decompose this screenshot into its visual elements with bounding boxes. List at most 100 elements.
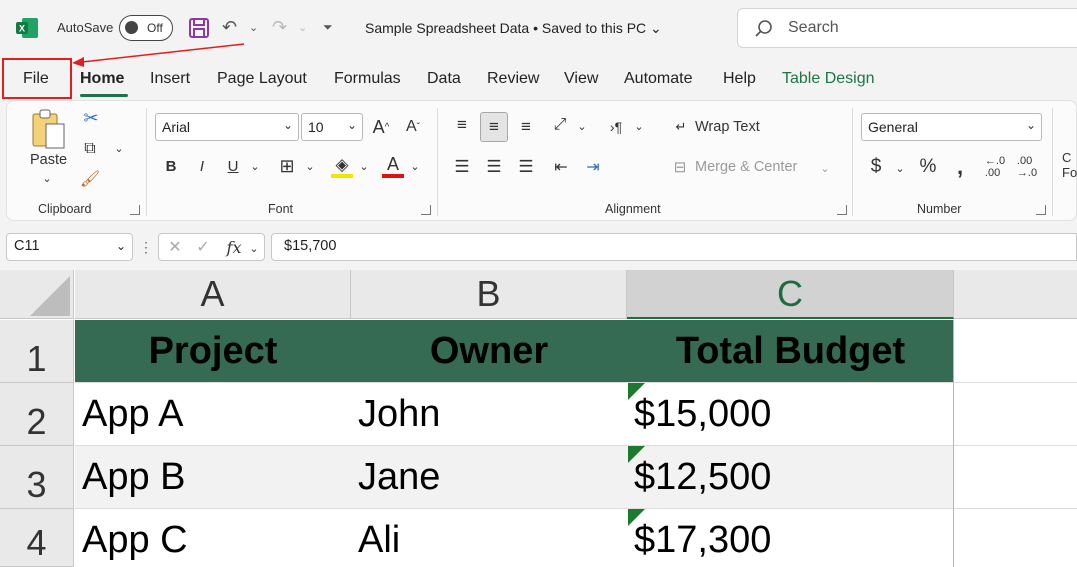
paste-icon[interactable]	[30, 108, 66, 150]
italic-icon[interactable]: I	[191, 154, 213, 178]
autosave-toggle[interactable]: Off	[119, 15, 173, 41]
decrease-font-size-icon[interactable]: Aˇ	[401, 114, 425, 140]
tab-table-design[interactable]: Table Design	[782, 70, 875, 88]
underline-dropdown-icon[interactable]: ⌄	[248, 156, 262, 176]
text-direction-dropdown-icon[interactable]: ⌄	[632, 116, 646, 136]
alignment-launcher-icon[interactable]	[837, 205, 847, 215]
undo-dropdown-icon[interactable]: ⌄	[249, 14, 258, 40]
orientation-dropdown-icon[interactable]: ⌄	[575, 116, 589, 136]
cell-a3[interactable]: App B	[75, 446, 351, 509]
paste-dropdown-icon[interactable]: ⌄	[39, 170, 55, 186]
row-header-2[interactable]: 2	[0, 383, 74, 446]
column-header-d[interactable]	[954, 270, 1077, 319]
cell-c3[interactable]: $12,500	[627, 446, 954, 509]
number-format-select[interactable]: General ⌄	[861, 113, 1042, 141]
align-left-icon[interactable]: ☰	[450, 154, 474, 180]
redo-icon[interactable]: ↷	[272, 14, 287, 40]
formula-bar-grip-icon[interactable]: ⋮	[139, 236, 153, 258]
enter-icon[interactable]: ✓	[193, 236, 213, 258]
cut-icon[interactable]: ✂	[80, 106, 102, 130]
save-icon[interactable]	[188, 17, 210, 39]
borders-dropdown-icon[interactable]: ⌄	[303, 156, 317, 176]
tab-automate[interactable]: Automate	[624, 70, 692, 88]
align-bottom-icon[interactable]: ≡	[514, 114, 538, 140]
decrease-decimal-icon[interactable]: .00 →.0	[1014, 154, 1040, 180]
row-header-3[interactable]: 3	[0, 446, 74, 509]
bold-icon[interactable]: B	[160, 154, 182, 178]
accounting-format-icon[interactable]: $	[866, 154, 886, 180]
font-launcher-icon[interactable]	[421, 205, 431, 215]
paste-label[interactable]: Paste	[30, 152, 67, 168]
tab-formulas[interactable]: Formulas	[334, 70, 401, 88]
percent-style-icon[interactable]: %	[916, 154, 940, 180]
text-direction-icon[interactable]: ›¶	[604, 114, 628, 140]
merge-center-button[interactable]: Merge & Center	[695, 159, 797, 175]
font-name-select[interactable]: Arial ⌄	[155, 113, 299, 141]
merge-dropdown-icon[interactable]: ⌄	[818, 158, 832, 178]
tab-help[interactable]: Help	[723, 70, 756, 88]
cell-a2[interactable]: App A	[75, 383, 351, 446]
cell-b4[interactable]: Ali	[351, 509, 627, 567]
row-header-4[interactable]: 4	[0, 509, 74, 567]
redo-dropdown-icon[interactable]: ⌄	[298, 14, 307, 40]
document-title[interactable]: Sample Spreadsheet Data • Saved to this …	[365, 20, 662, 37]
cell-a4[interactable]: App C	[75, 509, 351, 567]
comma-style-icon[interactable]: ,	[950, 154, 970, 180]
tab-review[interactable]: Review	[487, 70, 539, 88]
header-cell-project[interactable]: Project	[75, 320, 351, 382]
column-header-c[interactable]: C	[627, 270, 954, 319]
merge-center-icon[interactable]: ⊟	[670, 156, 690, 178]
format-painter-icon[interactable]: 🖌	[79, 168, 101, 190]
copy-dropdown-icon[interactable]: ⌄	[112, 140, 126, 156]
insert-function-icon[interactable]: fx	[223, 236, 245, 258]
tab-insert[interactable]: Insert	[150, 70, 190, 88]
align-center-icon[interactable]: ☰	[482, 154, 506, 180]
conditional-formatting-partial[interactable]: C Fo	[1062, 150, 1077, 180]
clipboard-launcher-icon[interactable]	[130, 205, 140, 215]
tab-home[interactable]: Home	[80, 70, 124, 88]
tab-page-layout[interactable]: Page Layout	[217, 70, 307, 88]
search-box[interactable]: Search	[737, 8, 1077, 48]
number-launcher-icon[interactable]	[1036, 205, 1046, 215]
cell-b3[interactable]: Jane	[351, 446, 627, 509]
accounting-dropdown-icon[interactable]: ⌄	[893, 158, 907, 178]
align-right-icon[interactable]: ☰	[514, 154, 538, 180]
increase-decimal-icon[interactable]: ←.0.00	[982, 154, 1008, 180]
align-middle-icon[interactable]: ≡	[480, 112, 508, 142]
orientation-icon[interactable]: ⤢	[548, 112, 572, 138]
formula-input[interactable]: $15,700	[271, 233, 1077, 261]
cell-c2[interactable]: $15,000	[627, 383, 954, 446]
fill-color-dropdown-icon[interactable]: ⌄	[357, 156, 371, 176]
error-indicator-icon[interactable]	[628, 446, 645, 463]
underline-icon[interactable]: U	[222, 154, 244, 178]
name-box[interactable]: C11 ⌄	[6, 233, 133, 261]
wrap-text-button[interactable]: Wrap Text	[695, 119, 760, 135]
tab-data[interactable]: Data	[427, 70, 461, 88]
align-top-icon[interactable]: ≡	[450, 112, 474, 138]
row-header-1[interactable]: 1	[0, 320, 74, 383]
header-cell-total-budget[interactable]: Total Budget	[627, 320, 954, 382]
copy-icon[interactable]: ⧉	[79, 138, 101, 160]
function-dropdown-icon[interactable]: ⌄	[247, 238, 261, 258]
cell-b2[interactable]: John	[351, 383, 627, 446]
select-all-button[interactable]	[0, 270, 74, 319]
tab-view[interactable]: View	[564, 70, 598, 88]
decrease-indent-icon[interactable]: ⇤	[549, 154, 573, 180]
search-icon	[755, 20, 772, 37]
increase-indent-icon[interactable]: ⇥	[581, 154, 605, 180]
increase-font-size-icon[interactable]: A ^	[369, 114, 393, 140]
column-header-a[interactable]: A	[75, 270, 351, 319]
column-header-b[interactable]: B	[351, 270, 627, 319]
undo-icon[interactable]: ↶	[222, 14, 237, 40]
borders-icon[interactable]: ⊞	[276, 154, 298, 178]
customize-toolbar-icon[interactable]: ⏷	[323, 14, 333, 40]
cell-c4[interactable]: $17,300	[627, 509, 954, 567]
wrap-text-icon[interactable]: ↵	[671, 116, 691, 138]
font-color-icon[interactable]: A	[381, 152, 405, 176]
font-size-select[interactable]: 10 ⌄	[301, 113, 363, 141]
error-indicator-icon[interactable]	[628, 383, 645, 400]
font-color-dropdown-icon[interactable]: ⌄	[408, 156, 422, 176]
error-indicator-icon[interactable]	[628, 509, 645, 526]
header-cell-owner[interactable]: Owner	[351, 320, 627, 382]
cancel-icon[interactable]: ✕	[165, 236, 185, 258]
